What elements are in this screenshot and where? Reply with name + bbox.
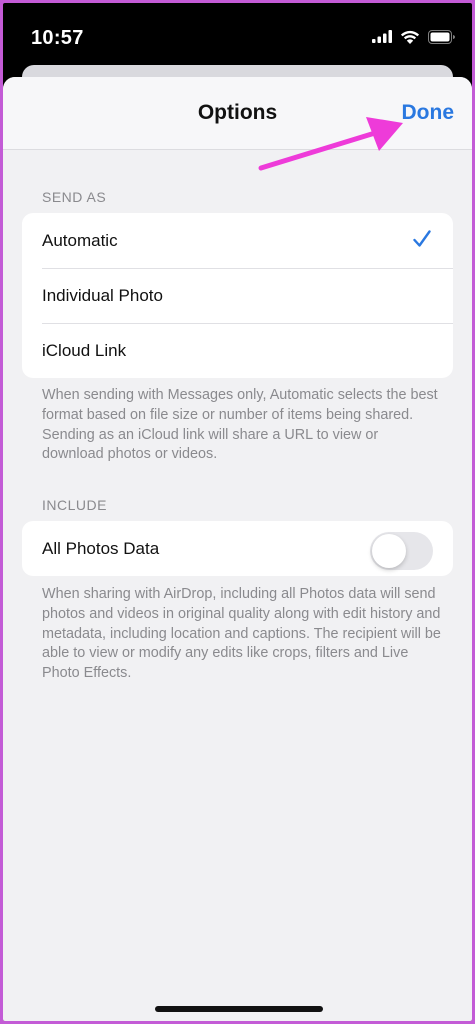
section-header-include: INCLUDE [42,497,107,513]
option-automatic[interactable]: Automatic [22,213,453,268]
nav-bar: Options Done [3,77,472,171]
status-time: 10:57 [31,27,84,49]
include-footer: When sharing with AirDrop, including all… [42,586,441,682]
annotation-arrow-icon [258,117,403,171]
toggle-knob [372,534,406,568]
option-label: Individual Photo [42,285,163,305]
status-icons [372,29,456,44]
options-sheet: Options Done SEND AS Automatic Individua… [3,77,472,1021]
include-group: All Photos Data [22,521,453,576]
home-indicator[interactable] [155,1006,323,1012]
all-photos-data-toggle[interactable] [370,532,433,570]
option-label: Automatic [42,230,118,250]
battery-icon [428,29,455,44]
cellular-signal-icon [372,30,392,43]
wifi-icon [400,30,420,44]
send-as-group: Automatic Individual Photo iCloud Link [22,213,453,378]
phone-screen: 10:57 Options Done SEND AS Automatic Ind… [3,3,472,1021]
option-individual-photo[interactable]: Individual Photo [22,268,453,323]
send-as-footer: When sending with Messages only, Automat… [42,387,438,463]
option-label: All Photos Data [42,538,160,558]
option-icloud-link[interactable]: iCloud Link [22,323,453,378]
section-header-send-as: SEND AS [42,189,107,205]
option-all-photos-data: All Photos Data [22,521,453,576]
done-button[interactable]: Done [402,101,455,125]
status-bar: 10:57 [3,3,472,69]
option-label: iCloud Link [42,340,127,360]
checkmark-icon [413,230,431,247]
